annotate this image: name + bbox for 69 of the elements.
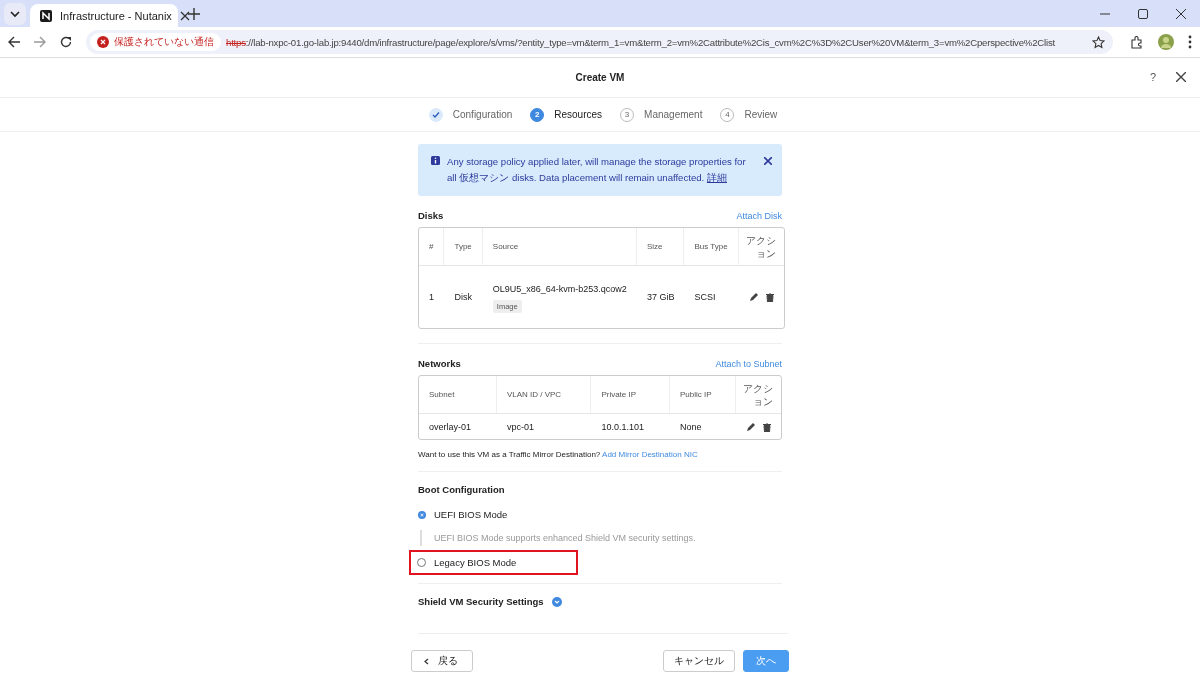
column-header: Subnet	[419, 376, 497, 414]
column-header: アクション	[738, 228, 784, 266]
dialog-title: Create VM	[575, 72, 625, 83]
expand-chevron-icon[interactable]	[551, 596, 562, 607]
error-icon	[97, 36, 109, 48]
section-title: Disks	[418, 210, 444, 221]
mirror-prompt: Want to use this VM as a Traffic Mirror Destination? Add Mirror Destination NIC	[418, 450, 699, 459]
address-bar[interactable]: 保護されていない通信 https://lab-nxpc-01.go-lab.jp:9440/dm/infrastructure/page/explore/s/vms/?entity_type=vm&term_1=vm&term_2=vm%2Cattribute%2Cis_cvm%2C%3D%2CUser%20VM&term_3=vm%2Cperspective%2Clist	[86, 30, 1113, 54]
back-arrow-icon[interactable]	[8, 36, 20, 48]
tab-list-icon[interactable]	[4, 2, 26, 25]
cancel-button[interactable]: キャンセル	[663, 650, 735, 672]
wizard-step[interactable]: Configuration	[428, 107, 513, 122]
table-cell-text: 10.0.1.101	[600, 420, 645, 434]
column-header: #	[419, 228, 445, 266]
wizard-step[interactable]: 3 Management	[620, 107, 703, 122]
back-button[interactable]: 戻る	[411, 650, 473, 672]
forward-arrow-icon[interactable]	[34, 36, 46, 48]
table-cell-text: OL9U5_x86_64-kvm-b253.qcow2	[492, 283, 627, 296]
mirror-link[interactable]: Add Mirror Destination NIC	[602, 450, 698, 459]
maximize-icon[interactable]	[1138, 8, 1148, 19]
reload-icon[interactable]	[60, 36, 72, 48]
column-header: Private IP	[591, 376, 670, 414]
banner-message: Any storage policy applied later, will manage the storage properties for all 仮想マシン disks. Data placement will remain unaffected. 詳細	[447, 155, 747, 185]
table-cell-text: overlay-01	[428, 420, 473, 434]
close-icon[interactable]	[1176, 72, 1186, 82]
column-header: Source	[482, 228, 637, 266]
new-tab-icon[interactable]	[188, 7, 200, 20]
info-icon	[431, 156, 440, 165]
section-title: Networks	[418, 358, 461, 369]
help-button[interactable]: ?	[1149, 72, 1156, 82]
chevron-left-icon	[424, 657, 429, 665]
close-icon[interactable]	[1176, 8, 1186, 19]
check-icon	[431, 110, 440, 119]
pencil-icon[interactable]	[748, 293, 758, 303]
column-header: Bus Type	[684, 228, 739, 266]
details-link[interactable]: 詳細	[706, 172, 727, 183]
table-cell-text: Disk	[453, 291, 473, 304]
close-icon[interactable]	[764, 157, 772, 165]
more-menu-icon[interactable]	[1188, 35, 1192, 49]
radio-option[interactable]: Legacy BIOS Mode	[411, 552, 577, 573]
radio-option[interactable]: UEFI BIOS Mode	[418, 507, 508, 522]
wizard-step[interactable]: 2 Resources	[530, 107, 603, 122]
column-header: Public IP	[669, 376, 736, 414]
table-cell-text: vpc-01	[505, 420, 535, 434]
column-header: Type	[444, 228, 483, 266]
table-cell-text: 1	[428, 291, 435, 304]
trash-icon[interactable]	[763, 422, 771, 432]
url-text: https://lab-nxpc-01.go-lab.jp:9440/dm/infrastructure/page/explore/s/vms/?entity_type=vm&term_1=vm&term_2=vm%2Cattribute%2Cis_cvm%2C%3D%2CUser%20VM&term_3=vm%2Cperspective%2Clist	[226, 36, 1055, 48]
trash-icon[interactable]	[765, 293, 774, 303]
add-link[interactable]: Attach to Subnet	[715, 359, 782, 369]
table-cell-text: 37 GiB	[645, 291, 676, 304]
column-header: Size	[636, 228, 685, 266]
avatar-icon[interactable]	[1158, 34, 1174, 50]
table-cell-text: None	[678, 420, 703, 434]
security-chip[interactable]: 保護されていない通信	[90, 33, 221, 51]
add-link[interactable]: Attach Disk	[736, 211, 782, 221]
table-cell-text: SCSI	[693, 291, 717, 304]
wizard-step[interactable]: 4 Review	[720, 107, 778, 122]
section-title: Boot Configuration	[418, 484, 506, 495]
puzzle-icon[interactable]	[1131, 35, 1144, 49]
section-title: Shield VM Security Settings	[418, 596, 544, 607]
security-label: 保護されていない通信	[114, 35, 214, 49]
hint-text: UEFI BIOS Mode supports enhanced Shield VM security settings.	[420, 530, 782, 546]
column-header: アクション	[736, 376, 781, 414]
tab-title: Infrastructure - Nutanix	[60, 9, 172, 22]
column-header: VLAN ID / VPC	[496, 376, 592, 414]
site-logo-icon	[40, 9, 52, 22]
pencil-icon[interactable]	[746, 422, 755, 432]
close-icon[interactable]	[179, 10, 190, 21]
